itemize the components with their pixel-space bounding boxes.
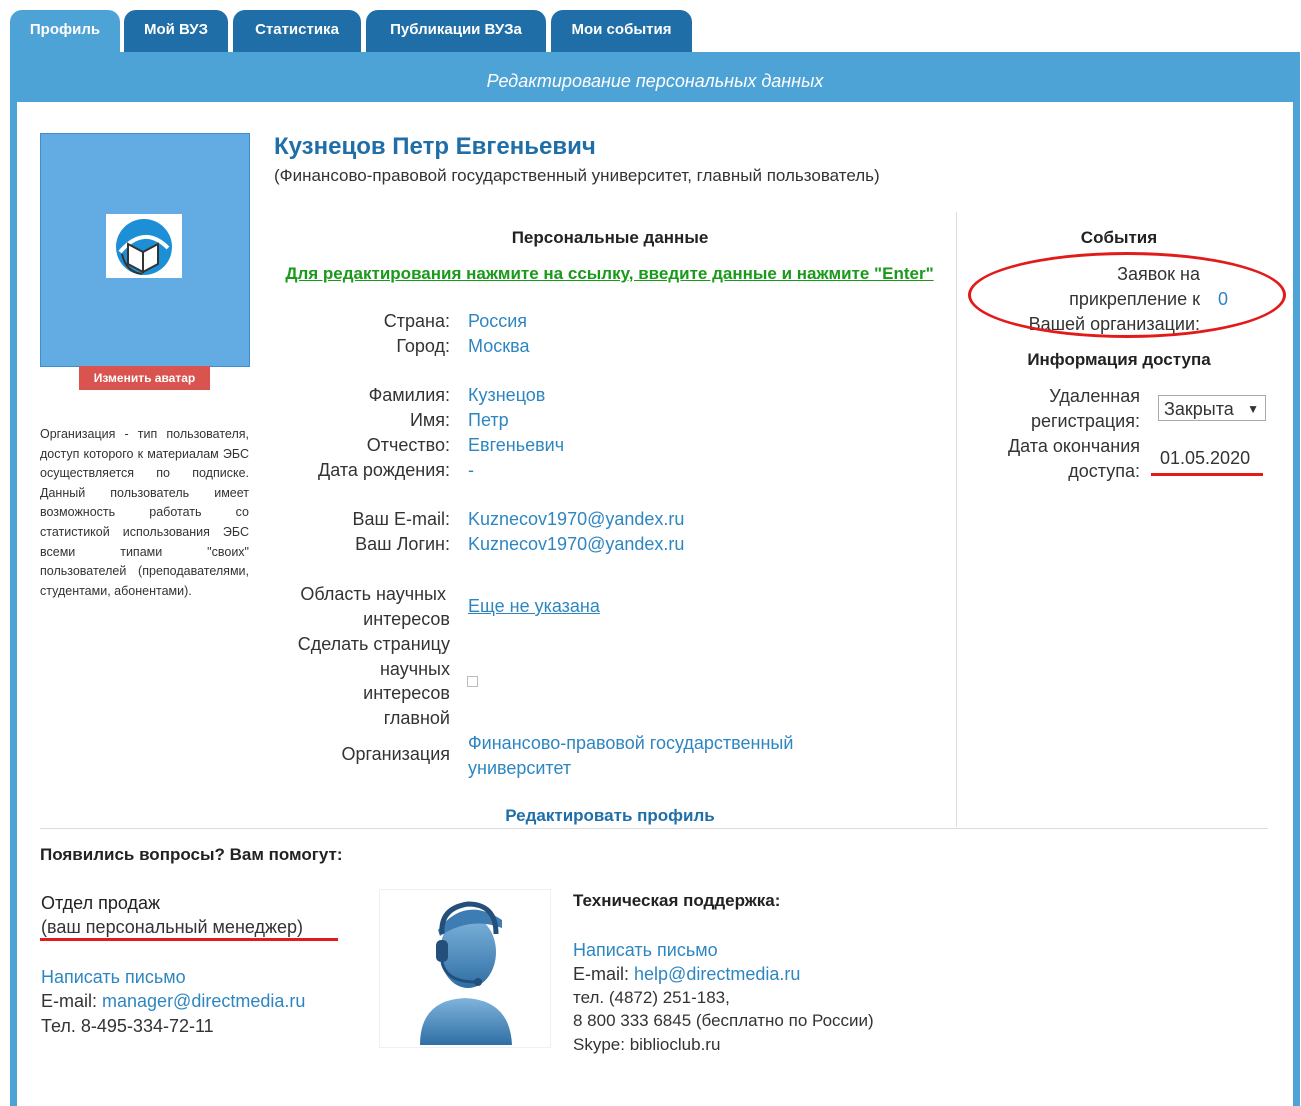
email-value[interactable]: Kuznecov1970@yandex.ru bbox=[468, 507, 684, 532]
remote-reg-label-line1: Удаленная bbox=[1049, 386, 1140, 406]
access-end-label-line2: доступа: bbox=[1068, 461, 1140, 481]
birthdate-label: Дата рождения: bbox=[318, 460, 450, 480]
main-page-label-line3: интересов bbox=[363, 683, 450, 703]
patronymic-value[interactable]: Евгеньевич bbox=[468, 433, 564, 458]
edit-profile-link[interactable]: Редактировать профиль bbox=[440, 806, 780, 826]
library-logo-icon bbox=[106, 214, 182, 278]
city-label: Город: bbox=[396, 336, 450, 356]
patronymic-label: Отчество: bbox=[366, 435, 450, 455]
sales-title: Отдел продаж bbox=[41, 893, 160, 913]
user-name: Кузнецов Петр Евгеньевич bbox=[274, 133, 596, 160]
tab-profile[interactable]: Профиль bbox=[10, 10, 120, 52]
tech-support-title: Техническая поддержка: bbox=[573, 891, 781, 910]
organization-value-line1[interactable]: Финансово-правовой государственный bbox=[468, 731, 793, 756]
edit-hint-link[interactable]: Для редактирования нажмите на ссылку, вв… bbox=[282, 262, 937, 286]
highlight-oval bbox=[968, 252, 1286, 338]
change-avatar-button[interactable]: Изменить аватар bbox=[79, 366, 210, 390]
organization-label: Организация bbox=[341, 744, 450, 764]
tech-email-link[interactable]: help@directmedia.ru bbox=[634, 964, 800, 984]
access-end-value: 01.05.2020 bbox=[1160, 448, 1251, 468]
login-value[interactable]: Kuznecov1970@yandex.ru bbox=[468, 532, 684, 557]
remote-registration-value: Закрыта bbox=[1164, 399, 1234, 419]
tab-my-events[interactable]: Мои события bbox=[551, 10, 692, 52]
sales-email-line: E-mail: manager@directmedia.ru bbox=[41, 989, 305, 1013]
tech-phone: тел. (4872) 251-183, bbox=[573, 988, 730, 1007]
city-value[interactable]: Москва bbox=[468, 334, 529, 359]
section-divider bbox=[40, 828, 1268, 829]
tech-email-line: E-mail: help@directmedia.ru bbox=[573, 962, 800, 986]
tech-write-link[interactable]: Написать письмо bbox=[573, 938, 718, 962]
interests-label-line2: интересов bbox=[363, 609, 450, 629]
birthdate-value[interactable]: - bbox=[468, 458, 474, 483]
remote-reg-label-line2: регистрация: bbox=[1030, 411, 1140, 431]
firstname-value[interactable]: Петр bbox=[468, 408, 509, 433]
sales-email-link[interactable]: manager@directmedia.ru bbox=[102, 991, 305, 1011]
sales-subtitle: (ваш персональный менеджер) bbox=[41, 917, 304, 937]
country-label: Страна: bbox=[383, 311, 450, 331]
user-subtitle: (Финансово-правовой государственный унив… bbox=[274, 166, 880, 185]
sales-write-link[interactable]: Написать письмо bbox=[41, 965, 186, 989]
lastname-value[interactable]: Кузнецов bbox=[468, 383, 545, 408]
sales-phone: Тел. 8-495-334-72-11 bbox=[41, 1016, 214, 1036]
frame-border-left bbox=[10, 100, 17, 1106]
support-operator-icon bbox=[379, 889, 551, 1048]
frame-border-right bbox=[1293, 100, 1300, 1106]
tab-university-publications[interactable]: Публикации ВУЗа bbox=[366, 10, 546, 52]
main-page-label-line4: главной bbox=[383, 708, 450, 728]
firstname-label: Имя: bbox=[409, 410, 450, 430]
tech-email-label: E-mail: bbox=[573, 964, 635, 984]
tab-statistics[interactable]: Статистика bbox=[233, 10, 361, 52]
remote-registration-select[interactable]: Закрыта ▼ bbox=[1158, 395, 1266, 421]
organization-value-line2[interactable]: университет bbox=[468, 756, 571, 781]
dropdown-arrow-icon: ▼ bbox=[1247, 402, 1259, 416]
lastname-label: Фамилия: bbox=[368, 385, 450, 405]
access-end-label-line1: Дата окончания bbox=[1007, 436, 1140, 456]
main-page-label-line2: научных bbox=[379, 659, 450, 679]
main-page-label-line1: Сделать страницу bbox=[297, 634, 450, 654]
login-label: Ваш Логин: bbox=[355, 534, 450, 554]
tech-skype: Skype: biblioclub.ru bbox=[573, 1035, 721, 1054]
email-label: Ваш E-mail: bbox=[352, 509, 450, 529]
column-divider bbox=[956, 212, 957, 827]
interests-link[interactable]: Еще не указана bbox=[468, 594, 600, 619]
organization-description: Организация - тип пользователя, доступ к… bbox=[40, 427, 249, 598]
country-value[interactable]: Россия bbox=[468, 309, 527, 334]
main-page-checkbox[interactable] bbox=[467, 676, 478, 687]
help-heading: Появились вопросы? Вам помогут: bbox=[40, 845, 343, 864]
access-info-heading: Информация доступа bbox=[1027, 350, 1211, 369]
personal-data-heading: Персональные данные bbox=[511, 228, 709, 247]
events-heading: События bbox=[1080, 228, 1158, 247]
end-date-underline bbox=[1151, 473, 1263, 476]
sales-email-label: E-mail: bbox=[41, 991, 103, 1011]
page-banner-title: Редактирование персональных данных bbox=[10, 52, 1300, 102]
tech-free-phone: 8 800 333 6845 (бесплатно по России) bbox=[573, 1011, 874, 1030]
interests-label-line1: Область научных bbox=[300, 584, 446, 604]
manager-underline bbox=[40, 938, 338, 941]
tab-my-university[interactable]: Мой ВУЗ bbox=[124, 10, 228, 52]
